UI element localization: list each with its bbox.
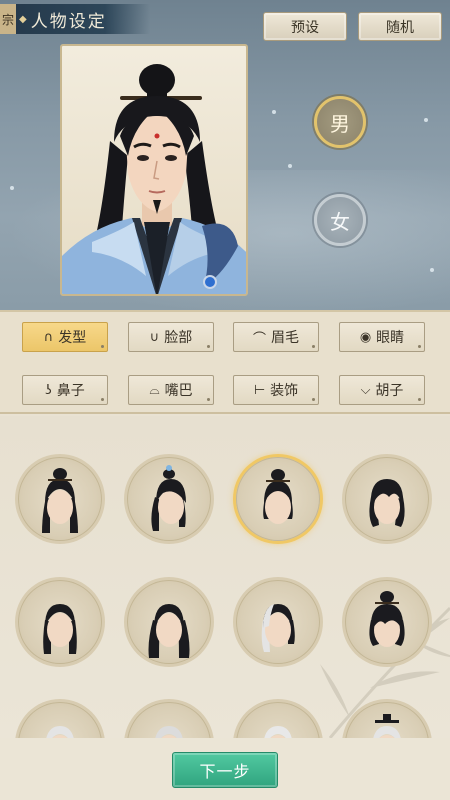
hairstyle-5-icon (43, 604, 77, 654)
tab-face[interactable]: ∪ 脸部 (128, 322, 214, 352)
hairstyle-10-icon (155, 726, 183, 738)
hairstyle-4-icon (369, 479, 405, 527)
eye-icon: ◉ (359, 329, 372, 345)
character-preview-area: 宗 ◆ 人物设定 预设 随机 男 女 (0, 0, 450, 310)
tab-label: 发型 (58, 330, 87, 346)
footer-bar: 下一步 (0, 738, 450, 800)
tab-eye[interactable]: ◉ 眼睛 (339, 322, 425, 352)
hairstyle-option-2[interactable] (127, 457, 211, 541)
hairstyle-12-icon (373, 714, 401, 738)
hairstyle-option-10[interactable] (127, 702, 211, 738)
tab-nose[interactable]: ʖ 鼻子 (22, 375, 108, 405)
tab-label: 脸部 (164, 330, 193, 346)
emblem-icon: 宗 (0, 4, 16, 34)
nose-icon: ʖ (45, 382, 52, 398)
eyebrow-icon: ⌒ (252, 331, 266, 347)
hairstyle-grid (0, 416, 450, 738)
hairstyle-11-icon (264, 726, 292, 738)
face-icon: ∪ (149, 329, 160, 345)
preset-button[interactable]: 预设 (263, 12, 347, 41)
hairstyle-9-icon (46, 726, 74, 738)
hairstyle-option-6[interactable] (127, 580, 211, 664)
hairstyle-3-icon (263, 469, 293, 524)
hairstyle-option-8[interactable] (345, 580, 429, 664)
page-title: 人物设定 (30, 11, 107, 32)
tab-ornament[interactable]: ⊢ 装饰 (233, 375, 319, 405)
tab-beard[interactable]: ⌵ 胡子 (339, 375, 425, 405)
hairstyle-option-12[interactable] (345, 702, 429, 738)
hairstyle-6-icon (148, 604, 190, 658)
hairstyle-option-11[interactable] (236, 702, 320, 738)
character-portrait-image (62, 64, 246, 294)
category-tabs: ∩ 发型 ∪ 脸部 ⌒ 眉毛 ◉ 眼睛 ʖ 鼻子 ⌓ 嘴巴 ⊢ 装饰 ⌵ 胡子 (0, 310, 450, 414)
sparkle (288, 164, 292, 168)
hairstyle-7-icon (261, 604, 295, 652)
diamond-icon: ◆ (19, 13, 27, 25)
next-step-button[interactable]: 下一步 (172, 752, 278, 788)
mouth-icon: ⌓ (149, 382, 160, 398)
tab-mouth[interactable]: ⌓ 嘴巴 (128, 375, 214, 405)
ornament-icon: ⊢ (253, 382, 266, 398)
hairstyle-option-7[interactable] (236, 580, 320, 664)
hairstyle-option-1[interactable] (18, 457, 102, 541)
hairstyle-option-3[interactable] (236, 457, 320, 541)
sparkle (272, 110, 276, 114)
beard-icon: ⌵ (360, 382, 371, 398)
hairstyle-option-5[interactable] (18, 580, 102, 664)
tab-label: 嘴巴 (164, 383, 193, 399)
hairstyle-2-icon (151, 465, 186, 531)
tab-label: 胡子 (375, 383, 404, 399)
tab-label: 眼睛 (376, 330, 405, 346)
sparkle (10, 186, 14, 190)
hairstyle-1-icon (42, 468, 78, 533)
gender-female-button[interactable]: 女 (314, 194, 366, 246)
tab-label: 鼻子 (56, 383, 85, 399)
tab-eyebrow[interactable]: ⌒ 眉毛 (233, 322, 319, 352)
hairstyle-8-icon (369, 591, 405, 647)
random-button[interactable]: 随机 (358, 12, 442, 41)
hairstyle-option-9[interactable] (18, 702, 102, 738)
page-title-bar: 宗 ◆ 人物设定 (0, 4, 150, 34)
hairstyle-option-4[interactable] (345, 457, 429, 541)
sparkle (424, 118, 428, 122)
tab-hair[interactable]: ∩ 发型 (22, 322, 108, 352)
tab-label: 装饰 (270, 383, 299, 399)
hair-icon: ∩ (43, 329, 54, 345)
sparkle (430, 268, 434, 272)
tab-label: 眉毛 (271, 330, 299, 346)
gender-male-button[interactable]: 男 (314, 96, 366, 148)
character-portrait (60, 44, 248, 296)
